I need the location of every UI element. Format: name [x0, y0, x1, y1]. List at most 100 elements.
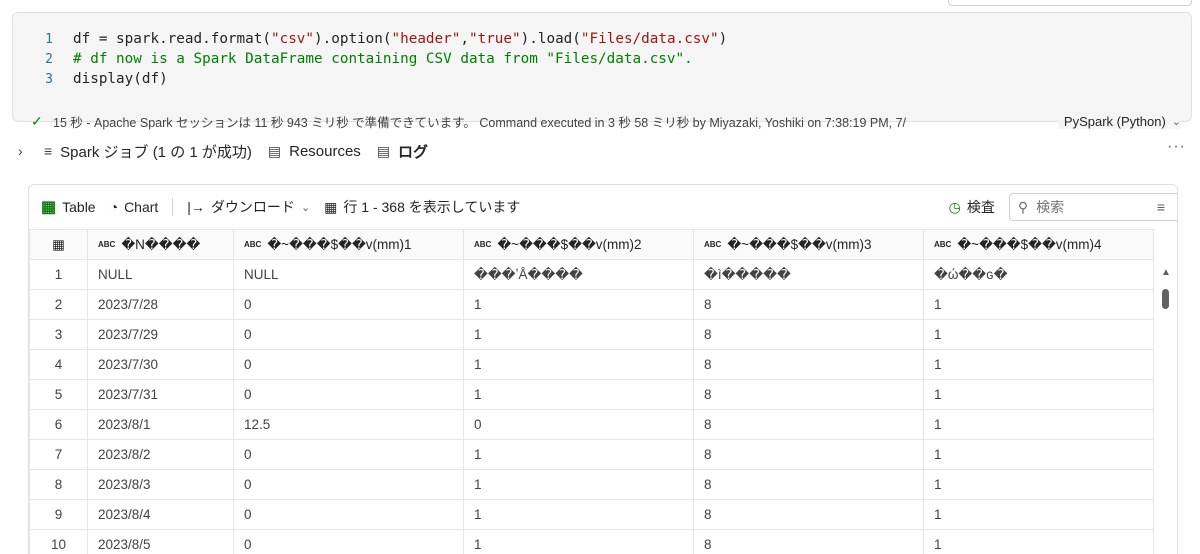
more-options-icon[interactable]: ··· [1167, 138, 1186, 156]
table-row[interactable]: 4 2023/7/30 0 1 8 1 [29, 349, 1156, 380]
table-cell[interactable]: 1 [923, 379, 1156, 410]
table-row[interactable]: 9 2023/8/4 0 1 8 1 [29, 499, 1156, 530]
language-selector[interactable]: PySpark (Python) ⌄ [1057, 113, 1181, 129]
vertical-scrollbar[interactable]: ▲ [1153, 229, 1177, 554]
column-header[interactable]: ABC �~���$��v(mm)1 [233, 229, 464, 260]
scroll-thumb[interactable] [1162, 289, 1169, 309]
table-cell[interactable]: 2023/8/4 [87, 499, 234, 530]
table-cell[interactable]: NULL [87, 259, 234, 290]
table-cell[interactable]: 2023/8/5 [87, 529, 234, 554]
table-cell[interactable]: 0 [233, 349, 464, 380]
code-line[interactable]: 2 # df now is a Spark DataFrame containin… [13, 49, 727, 69]
table-cell[interactable]: ���ʼÅ���� [463, 259, 694, 290]
column-header[interactable]: ABC �N���� [87, 229, 234, 260]
table-cell[interactable]: 1 [923, 289, 1156, 320]
table-row[interactable]: 1 NULL NULL ���ʼÅ���� �ì����� �ώ��ɢ� [29, 259, 1156, 290]
table-cell[interactable]: 8 [693, 439, 924, 470]
table-cell[interactable]: 1 [923, 469, 1156, 500]
table-cell[interactable]: 0 [233, 439, 464, 470]
expand-chevron-icon[interactable]: › [18, 143, 44, 159]
chart-tab-label: Chart [124, 199, 159, 215]
search-box[interactable]: ⚲ [1008, 193, 1177, 221]
line-number: 1 [45, 31, 53, 47]
table-cell[interactable]: 1 [463, 499, 694, 530]
code-cell[interactable]: 1 df = spark.read.format("csv").option("h… [12, 12, 1192, 130]
row-number: 4 [29, 349, 88, 380]
table-cell[interactable]: 1 [923, 349, 1156, 380]
scroll-up-arrow-icon[interactable]: ▲ [1161, 267, 1171, 278]
spark-jobs-toggle[interactable]: ≡ Spark ジョブ (1 の 1 が成功) [44, 141, 252, 162]
table-cell[interactable]: 1 [463, 469, 694, 500]
table-cell[interactable]: 1 [923, 499, 1156, 530]
code-editor[interactable]: 1 df = spark.read.format("csv").option("h… [13, 29, 727, 89]
code-token: display(df) [73, 71, 168, 87]
table-cell[interactable]: 1 [463, 379, 694, 410]
select-all-grid-icon[interactable]: ▦ [29, 229, 88, 260]
log-tab[interactable]: ▤ ログ [377, 141, 428, 162]
table-cell[interactable]: 0 [233, 289, 464, 320]
code-token: "header" [391, 31, 461, 47]
table-cell[interactable]: 8 [693, 409, 924, 440]
table-cell[interactable]: 0 [233, 469, 464, 500]
chevron-down-icon: ⌄ [300, 201, 311, 214]
table-cell[interactable]: 2023/7/30 [87, 349, 234, 380]
table-row[interactable]: 7 2023/8/2 0 1 8 1 [29, 439, 1156, 470]
column-header[interactable]: ABC �~���$��v(mm)4 [923, 229, 1156, 260]
download-arrow-icon: |→ [187, 199, 205, 215]
table-cell[interactable]: 8 [693, 289, 924, 320]
results-toolbar: ▦ Table ◔ Chart |→ ダウンロード ⌄ ▦ 行 1 - 368 … [29, 185, 1177, 229]
table-cell[interactable]: 8 [693, 529, 924, 554]
table-cell[interactable]: NULL [233, 259, 464, 290]
table-cell[interactable]: 2023/8/3 [87, 469, 234, 500]
column-header[interactable]: ABC �~���$��v(mm)2 [463, 229, 694, 260]
table-cell[interactable]: 1 [923, 409, 1156, 440]
table-cell[interactable]: 1 [923, 529, 1156, 554]
inspect-button[interactable]: ◷ 検査 [949, 197, 995, 217]
success-check-icon: ✓ [31, 112, 43, 129]
download-menu[interactable]: |→ ダウンロード ⌄ [187, 197, 310, 217]
table-cell[interactable]: 1 [923, 319, 1156, 350]
table-cell[interactable]: 1 [463, 529, 694, 554]
table-row[interactable]: 8 2023/8/3 0 1 8 1 [29, 469, 1156, 500]
table-cell[interactable]: 0 [233, 499, 464, 530]
table-cell[interactable]: 2023/7/29 [87, 319, 234, 350]
table-cell[interactable]: 0 [463, 409, 694, 440]
table-cell[interactable]: 8 [693, 469, 924, 500]
filter-icon[interactable]: ≡ [1157, 199, 1165, 215]
table-cell[interactable]: 0 [233, 379, 464, 410]
table-cell[interactable]: 1 [923, 439, 1156, 470]
table-cell[interactable]: 2023/7/28 [87, 289, 234, 320]
table-row[interactable]: 2 2023/7/28 0 1 8 1 [29, 289, 1156, 320]
code-token: ).load( [520, 31, 581, 47]
column-header[interactable]: ABC �~���$��v(mm)3 [693, 229, 924, 260]
table-row[interactable]: 3 2023/7/29 0 1 8 1 [29, 319, 1156, 350]
row-count-info: ▦ 行 1 - 368 を表示しています [324, 197, 520, 217]
table-cell[interactable]: 12.5 [233, 409, 464, 440]
table-cell[interactable]: 2023/8/1 [87, 409, 234, 440]
table-row[interactable]: 5 2023/7/31 0 1 8 1 [29, 379, 1156, 410]
resources-tab[interactable]: ▤ Resources [268, 143, 361, 160]
table-cell[interactable]: 0 [233, 319, 464, 350]
table-cell[interactable]: �ì����� [693, 259, 924, 290]
table-cell[interactable]: 8 [693, 349, 924, 380]
table-cell[interactable]: 8 [693, 319, 924, 350]
table-cell[interactable]: �ώ��ɢ� [923, 259, 1156, 290]
table-cell[interactable]: 1 [463, 439, 694, 470]
table-cell[interactable]: 1 [463, 289, 694, 320]
chart-view-tab[interactable]: ◔ Chart [110, 199, 159, 215]
table-cell[interactable]: 1 [463, 349, 694, 380]
code-token: # df now is a Spark DataFrame containing… [73, 51, 693, 67]
table-cell[interactable]: 8 [693, 379, 924, 410]
table-cell[interactable]: 1 [463, 319, 694, 350]
table-row[interactable]: 6 2023/8/1 12.5 0 8 1 [29, 409, 1156, 440]
table-header-row: ▦ ABC �N���� ABC �~���$��v(mm)1 ABC �~���$��v… [29, 229, 1156, 260]
table-cell[interactable]: 2023/7/31 [87, 379, 234, 410]
table-cell[interactable]: 8 [693, 499, 924, 530]
code-line[interactable]: 3 display(df) [13, 69, 727, 89]
table-row[interactable]: 10 2023/8/5 0 1 8 1 [29, 529, 1156, 554]
table-cell[interactable]: 2023/8/2 [87, 439, 234, 470]
column-header-label: �~���$��v(mm)2 [497, 236, 642, 252]
code-line[interactable]: 1 df = spark.read.format("csv").option("h… [13, 29, 727, 49]
table-view-tab[interactable]: ▦ Table [41, 197, 96, 217]
table-cell[interactable]: 0 [233, 529, 464, 554]
